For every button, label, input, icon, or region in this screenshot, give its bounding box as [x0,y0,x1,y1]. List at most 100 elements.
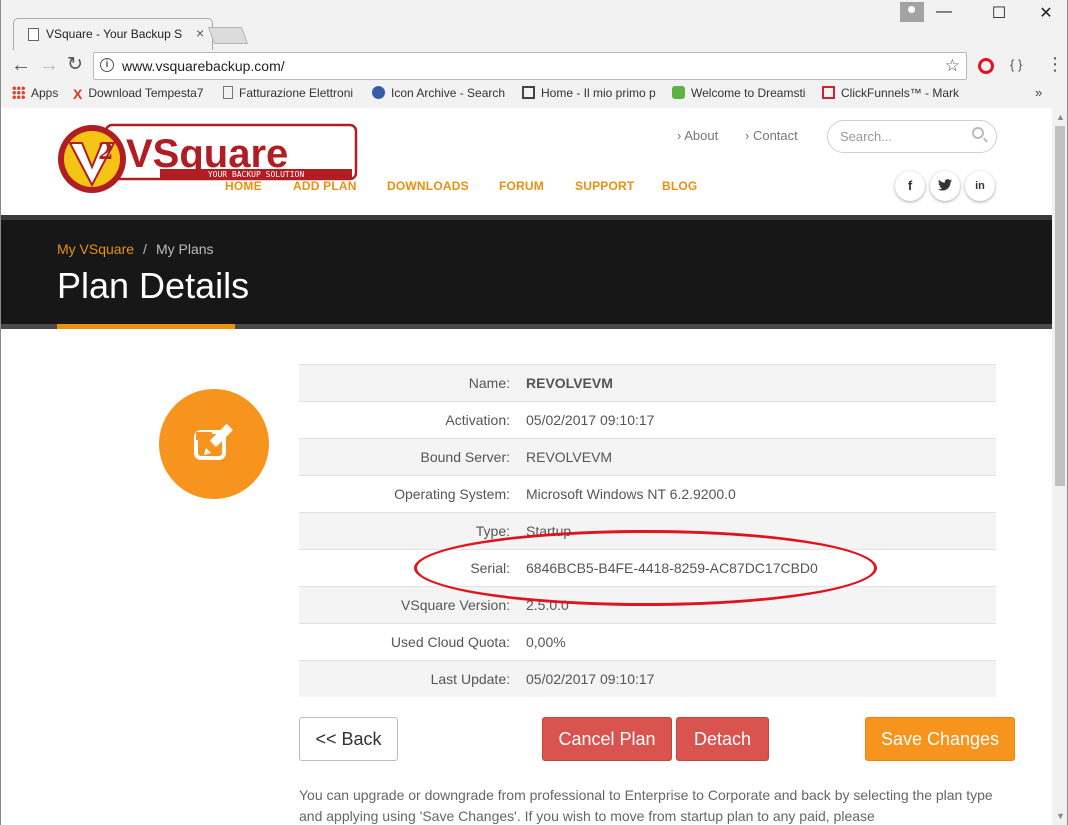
detail-label: VSquare Version: [401,597,510,613]
about-link[interactable]: › About [677,128,718,143]
bookmarks-overflow-button[interactable]: » [1035,85,1042,100]
contact-link[interactable]: › Contact [745,128,798,143]
bookmark-label: Welcome to Dreamsti [691,86,806,100]
bookmark-label: Download Tempesta7 [88,86,204,100]
contact-link-label: Contact [752,128,798,143]
detail-row-last-update: Last Update: 05/02/2017 09:10:17 [299,660,996,697]
detail-row-bound-server: Bound Server: REVOLVEVM [299,438,996,475]
forward-arrow-icon[interactable]: → [39,55,59,75]
linkedin-icon[interactable]: in [965,171,995,201]
detail-row-operating-system: Operating System: Microsoft Windows NT 6… [299,475,996,512]
web-page: 2 VSquare YOUR BACKUP SOLUTION › About ›… [0,108,1052,825]
bookmark-label: Apps [31,86,59,100]
tab-close-icon[interactable]: × [196,25,204,41]
bookmark-item[interactable]: X Download Tempesta7 [73,86,211,100]
new-tab-button[interactable] [207,27,249,44]
nav-support[interactable]: SUPPORT [575,179,634,193]
bookmark-item[interactable]: ClickFunnels™ - Mark [822,86,960,100]
page-favicon-icon [28,28,39,41]
edit-icon [159,389,269,499]
bookmark-label: Home - Il mio primo p [541,86,656,100]
bookmark-label: ClickFunnels™ - Mark [841,86,960,100]
cancel-plan-button[interactable]: Cancel Plan [542,717,672,761]
detail-label: Name: [468,375,510,391]
detail-value: 05/02/2017 09:10:17 [526,671,655,687]
detail-row-activation: Activation: 05/02/2017 09:10:17 [299,401,996,438]
svg-text:2: 2 [98,139,113,165]
maximize-button[interactable]: ☐ [979,3,1019,23]
detail-label: Operating System: [394,486,510,502]
bookmark-apps[interactable]: Apps [12,86,58,100]
browser-chrome: VSquare - Your Backup S × — ☐ ✕ ← → ↻ i … [0,0,1068,108]
clickfunnels-icon [822,86,835,99]
nav-home[interactable]: HOME [225,179,262,193]
nav-blog[interactable]: BLOG [662,179,697,193]
page-title: Plan Details [57,265,250,306]
detail-value: 05/02/2017 09:10:17 [526,412,655,428]
x-logo-icon: X [73,86,83,100]
detail-row-name: Name: REVOLVEVM [299,364,996,401]
back-button[interactable]: << Back [299,717,398,761]
address-bar[interactable]: i www.vsquarebackup.com/ ☆ [93,52,967,80]
about-link-label: About [684,128,719,143]
breadcrumb-current: My Plans [155,241,214,257]
banner-accent-bar [57,324,235,329]
detail-value: REVOLVEVM [526,375,613,391]
search-icon[interactable] [972,127,984,139]
back-arrow-icon[interactable]: ← [11,55,31,75]
scroll-up-icon[interactable]: ▲ [1056,112,1065,122]
detail-value: Microsoft Windows NT 6.2.9200.0 [526,486,736,502]
bookmarks-bar: Apps X Download Tempesta7 Fatturazione El… [1,82,1068,106]
breadcrumb-my-vsquare[interactable]: My VSquare [57,241,134,257]
bookmark-label: Fatturazione Elettroni [239,86,354,100]
nav-downloads[interactable]: DOWNLOADS [387,179,469,193]
bookmark-star-icon[interactable]: ☆ [945,56,960,76]
detail-label: Used Cloud Quota: [390,634,510,650]
detail-value: 0,00% [526,634,566,650]
detail-label: Last Update: [430,671,510,687]
browser-menu-icon[interactable]: ⋮ [1046,55,1064,73]
json-extension-icon[interactable]: { } [1010,57,1022,72]
bookmark-item[interactable]: Home - Il mio primo p [522,86,660,100]
scroll-down-icon[interactable]: ▼ [1056,811,1065,821]
close-button[interactable]: ✕ [1026,3,1066,23]
scrollbar-thumb[interactable] [1055,126,1065,486]
detail-label: Type: [475,523,510,539]
save-changes-button[interactable]: Save Changes [865,717,1015,761]
address-url: www.vsquarebackup.com/ [122,58,285,74]
facebook-icon[interactable]: f [895,171,925,201]
logo-tagline: YOUR BACKUP SOLUTION [208,170,305,179]
site-info-icon[interactable]: i [100,58,114,72]
page-icon [223,86,233,99]
tab-strip: VSquare - Your Backup S × — ☐ ✕ [1,0,1068,50]
page-scrollbar[interactable]: ▲ ▼ [1052,108,1068,825]
detail-row-cloud-quota: Used Cloud Quota: 0,00% [299,623,996,660]
twitter-icon[interactable] [930,171,960,201]
bookmark-label: Icon Archive - Search [391,86,506,100]
breadcrumb-separator: / [143,241,147,257]
dreamstime-icon [672,86,685,99]
search-input[interactable]: Search... [827,120,997,153]
plan-change-note: You can upgrade or downgrade from profes… [299,787,993,824]
nav-add-plan[interactable]: ADD PLAN [293,179,357,193]
search-placeholder: Search... [840,129,893,144]
minimize-button[interactable]: — [924,3,964,23]
bookmark-item[interactable]: Fatturazione Elettroni [223,86,359,100]
opera-extension-icon[interactable] [978,58,994,74]
nav-forum[interactable]: FORUM [499,179,544,193]
site-grid-icon [522,86,535,99]
bookmark-item[interactable]: Welcome to Dreamsti [672,86,808,100]
user-profile-icon[interactable] [900,2,924,22]
browser-toolbar: ← → ↻ i www.vsquarebackup.com/ ☆ [1,50,1068,82]
detail-value: REVOLVEVM [526,449,613,465]
bookmark-item[interactable]: Icon Archive - Search [372,86,508,100]
detail-label: Bound Server: [420,449,511,465]
tab-title: VSquare - Your Backup S [46,27,183,41]
detach-button[interactable]: Detach [676,717,769,761]
reload-icon[interactable]: ↻ [67,55,83,75]
breadcrumb: My VSquare / My Plans [57,241,214,257]
detail-label: Activation: [445,412,510,428]
serial-highlight-annotation [414,530,877,606]
icon-archive-star-icon [372,86,385,99]
browser-tab[interactable]: VSquare - Your Backup S × [13,18,213,50]
